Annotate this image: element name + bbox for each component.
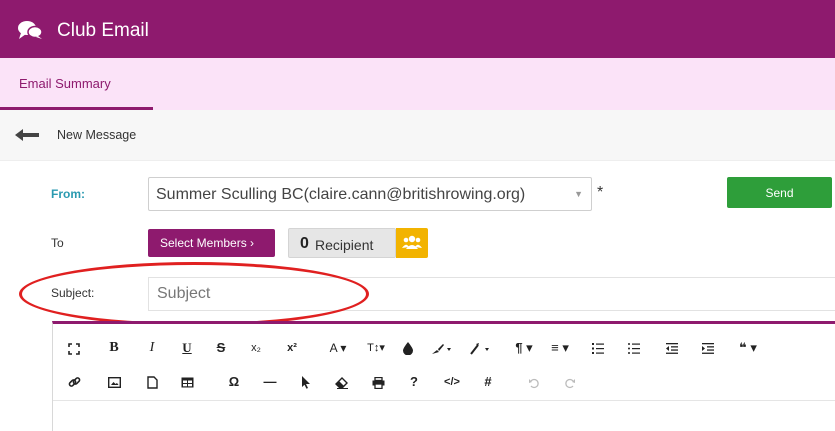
table-icon[interactable] [174, 368, 200, 396]
required-marker: * [597, 184, 604, 201]
indent-icon[interactable] [695, 334, 721, 362]
brush-icon[interactable] [425, 334, 459, 362]
bold-icon[interactable]: B [101, 334, 127, 362]
chat-bubbles-icon [18, 21, 43, 39]
from-label: From: [51, 187, 85, 201]
help-icon[interactable]: ? [401, 368, 427, 396]
superscript-icon[interactable]: x² [279, 334, 305, 362]
paragraph-icon[interactable]: ¶ ▾ [507, 334, 541, 362]
subscript-icon[interactable]: x₂ [243, 334, 269, 362]
select-members-button[interactable]: Select Members › [148, 229, 275, 257]
toolbar-divider [53, 400, 835, 401]
send-button[interactable]: Send [727, 177, 832, 208]
redo-icon[interactable] [557, 368, 583, 396]
app-title: Club Email [57, 20, 149, 41]
from-select[interactable]: Summer Sculling BC(claire.cann@britishro… [148, 177, 592, 211]
file-icon[interactable] [139, 368, 165, 396]
recipient-count-badge: 0 Recipient [288, 228, 396, 258]
eraser-icon[interactable] [329, 368, 355, 396]
outdent-icon[interactable] [659, 334, 685, 362]
subject-label: Subject: [51, 286, 95, 300]
text-color-icon[interactable] [395, 334, 421, 362]
font-family-icon[interactable]: A ▾ [321, 334, 355, 362]
recipient-label: Recipient [315, 237, 374, 253]
page-title: New Message [57, 128, 137, 142]
ordered-list-icon[interactable] [585, 334, 611, 362]
tab-email-summary[interactable]: Email Summary [0, 58, 153, 110]
font-size-icon[interactable]: T↕▾ [359, 334, 393, 362]
select-all-icon[interactable] [293, 368, 319, 396]
quote-icon[interactable]: ❝ ▾ [731, 334, 765, 362]
underline-icon[interactable]: U [174, 334, 200, 362]
subject-input[interactable] [148, 277, 835, 311]
print-icon[interactable] [365, 368, 391, 396]
special-char-icon[interactable]: Ω [221, 368, 247, 396]
to-label: To [51, 236, 64, 250]
tab-label: Email Summary [19, 76, 111, 91]
breadcrumb-bar: New Message [0, 110, 835, 161]
code-view-icon[interactable]: </> [437, 368, 467, 396]
app-header: Club Email [0, 0, 835, 58]
tab-bar: Email Summary [0, 58, 835, 110]
link-icon[interactable] [61, 368, 87, 396]
undo-icon[interactable] [521, 368, 547, 396]
from-value: Summer Sculling BC(claire.cann@britishro… [156, 186, 526, 203]
back-arrow-icon[interactable] [13, 125, 41, 145]
horizontal-line-icon[interactable]: — [257, 368, 283, 396]
recipients-group-button[interactable] [396, 228, 428, 258]
italic-icon[interactable]: I [139, 334, 165, 362]
fullscreen-icon[interactable] [61, 334, 87, 362]
users-group-icon [402, 235, 422, 249]
strikethrough-icon[interactable]: S [208, 334, 234, 362]
rich-text-editor[interactable]: B I U S x₂ x² A ▾ T↕▾ ¶ ▾ ≡ ▾ ❝ ▾ Ω — ? … [52, 321, 835, 431]
clear-format-icon[interactable] [463, 334, 497, 362]
unordered-list-icon[interactable] [621, 334, 647, 362]
chevron-down-icon: ▼ [574, 189, 583, 199]
image-icon[interactable] [101, 368, 127, 396]
hashtag-icon[interactable]: # [475, 368, 501, 396]
align-icon[interactable]: ≡ ▾ [543, 334, 577, 362]
recipient-count: 0 [300, 235, 309, 252]
